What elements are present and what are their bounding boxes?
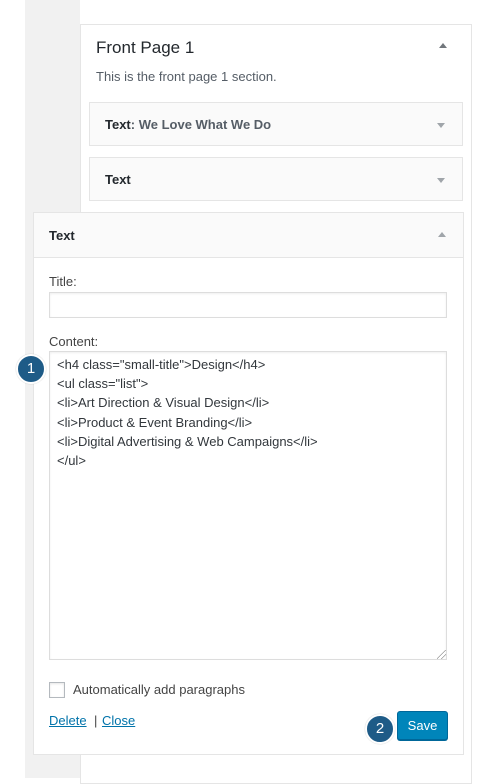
widget-text-we-love[interactable]: Text: We Love What We Do [89, 102, 463, 146]
content-line: <li>Art Direction & Visual Design</li> [57, 395, 270, 411]
delete-link[interactable]: Delete [49, 713, 87, 728]
content-textarea[interactable]: <h4 class="small-title">Design</h4> <ul c… [49, 351, 447, 660]
section-description: This is the front page 1 section. [96, 69, 277, 84]
content-label: Content: [49, 334, 99, 349]
widget-editor-title: Text [49, 228, 75, 243]
content-line: </ul> [57, 453, 86, 469]
auto-paragraphs-checkbox[interactable] [49, 682, 65, 698]
content-line: <h4 class="small-title">Design</h4> [57, 357, 266, 372]
step-badge-1: 1 [16, 354, 46, 384]
content-line: <li>Digital Advertising & Web Campaigns<… [57, 433, 318, 449]
content-line: <li>Product & Event Branding</li> [57, 414, 253, 430]
widget-text[interactable]: Text [89, 157, 463, 201]
content-line: <ul class="list"> [57, 376, 149, 392]
link-separator: | [94, 713, 98, 728]
widget-title: Text [105, 172, 131, 187]
widget-title: Text: We Love What We Do [105, 117, 272, 132]
expand-arrow-icon[interactable] [437, 178, 445, 183]
close-link[interactable]: Close [102, 713, 135, 728]
auto-paragraphs-label: Automatically add paragraphs [73, 682, 245, 697]
resize-handle-icon[interactable] [437, 650, 446, 659]
collapse-arrow-icon[interactable] [439, 43, 447, 48]
widget-editor-header[interactable]: Text [34, 213, 463, 258]
expand-arrow-icon[interactable] [437, 123, 445, 128]
title-label: Title: [49, 274, 77, 289]
section-title: Front Page 1 [96, 38, 195, 57]
step-badge-2: 2 [365, 714, 395, 744]
save-button[interactable]: Save [397, 711, 448, 740]
collapse-arrow-icon[interactable] [438, 232, 446, 237]
title-input[interactable] [49, 292, 447, 318]
